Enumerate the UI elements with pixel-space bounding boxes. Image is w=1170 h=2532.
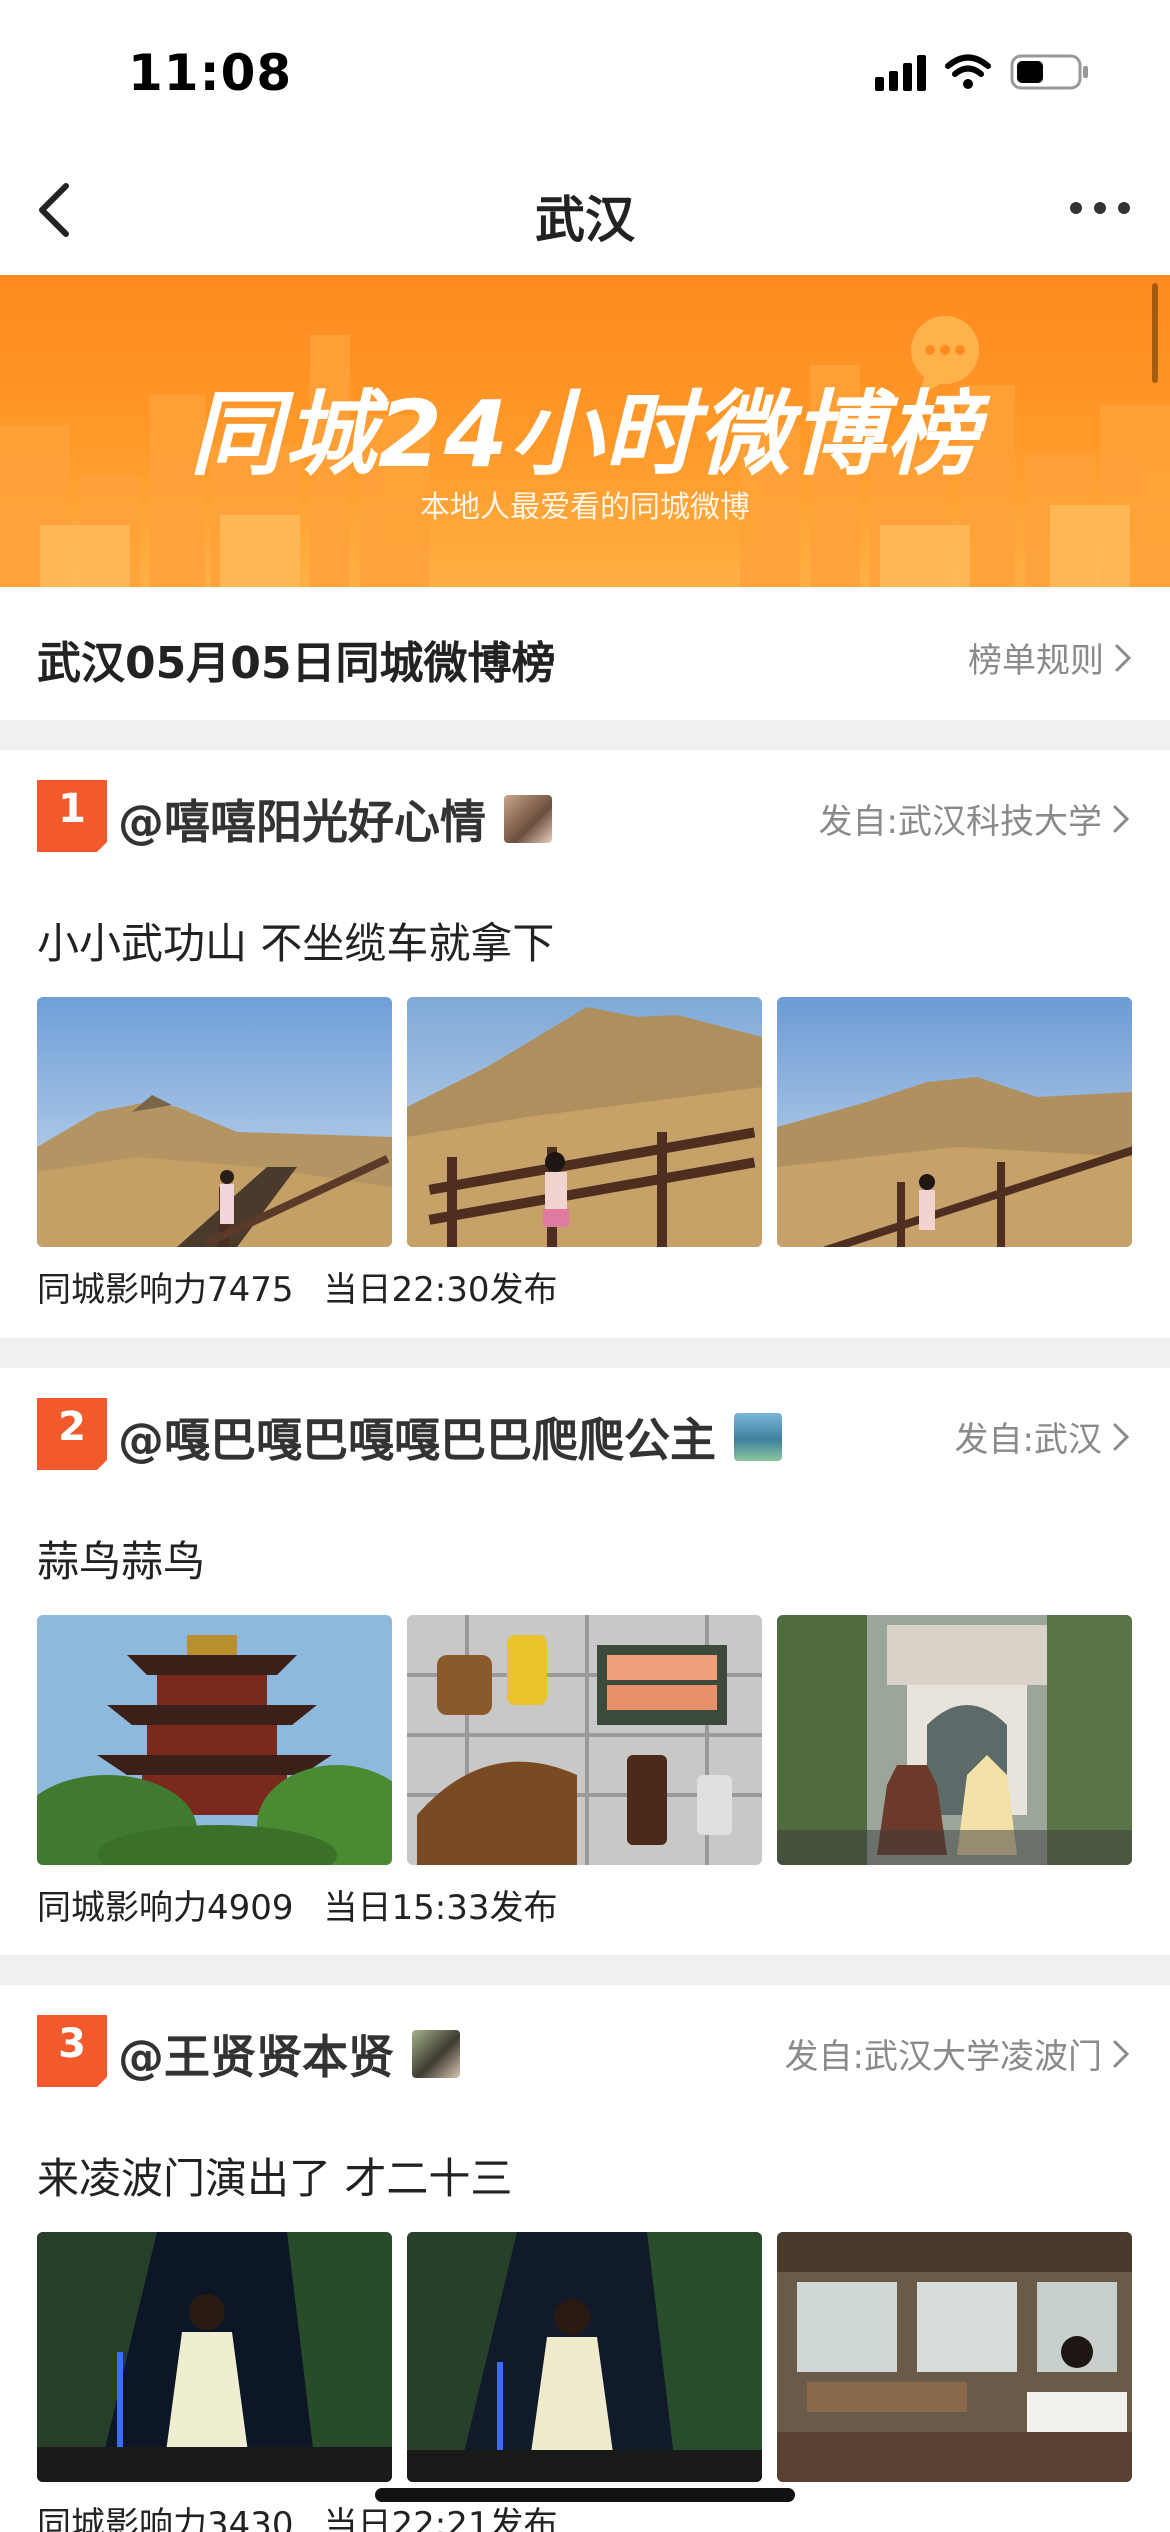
rank-number: 1 bbox=[58, 786, 86, 832]
post-images bbox=[37, 1615, 1132, 1865]
post-image[interactable] bbox=[37, 2232, 392, 2482]
scrollbar bbox=[1152, 283, 1158, 383]
chevron-right-icon bbox=[1113, 2040, 1130, 2067]
status-bar: 11:08 bbox=[0, 0, 1170, 150]
post-images bbox=[37, 997, 1132, 1247]
post-card[interactable]: 3 @王贤贤本贤 发自:武汉大学凌波门 来凌波门演出了 才二十三 同城影响力34… bbox=[0, 1985, 1170, 2532]
home-indicator[interactable] bbox=[375, 2488, 795, 2502]
list-title: 武汉05月05日同城微博榜 bbox=[37, 638, 556, 689]
post-image[interactable] bbox=[407, 997, 762, 1247]
banner-title: 同城24小时微博榜 bbox=[189, 381, 981, 488]
influence-score: 同城影响力3430 bbox=[37, 2505, 294, 2532]
post-image[interactable] bbox=[777, 1615, 1132, 1865]
publish-time: 当日22:21发布 bbox=[323, 2505, 558, 2532]
post-source: 发自:武汉大学凌波门 bbox=[784, 2037, 1102, 2077]
nav-bar: 武汉 bbox=[0, 150, 1170, 275]
more-icon[interactable] bbox=[1070, 202, 1130, 214]
post-text: 来凌波门演出了 才二十三 bbox=[37, 2154, 513, 2203]
rules-link[interactable]: 榜单规则 bbox=[968, 633, 1132, 682]
post-image[interactable] bbox=[407, 2232, 762, 2482]
post-image[interactable] bbox=[37, 997, 392, 1247]
author-name: @嘻嘻阳光好心情 bbox=[118, 795, 486, 849]
post-image[interactable] bbox=[777, 2232, 1132, 2482]
post-meta: 同城影响力3430 当日22:21发布 bbox=[37, 2497, 558, 2532]
rank-badge: 2 bbox=[37, 1398, 107, 1470]
author-name-link[interactable]: @嘎巴嘎巴嘎嘎巴巴爬爬公主 bbox=[118, 1404, 782, 1470]
ranking-banner: 同城24小时微博榜 本地人最爱看的同城微博 bbox=[0, 275, 1170, 587]
list-header: 武汉05月05日同城微博榜 榜单规则 bbox=[0, 587, 1170, 720]
section-divider bbox=[0, 720, 1170, 750]
post-meta: 同城影响力4909 当日15:33发布 bbox=[37, 1880, 558, 1929]
page-title: 武汉 bbox=[535, 191, 635, 249]
wifi-icon bbox=[945, 54, 991, 89]
post-text: 小小武功山 不坐缆车就拿下 bbox=[37, 919, 555, 968]
post-source: 发自:武汉科技大学 bbox=[818, 802, 1102, 842]
post-image[interactable] bbox=[407, 1615, 762, 1865]
author-name-link[interactable]: @王贤贤本贤 bbox=[118, 2021, 460, 2087]
chevron-right-icon bbox=[1113, 805, 1130, 832]
section-divider bbox=[0, 1338, 1170, 1368]
section-divider bbox=[0, 1955, 1170, 1985]
author-name-link[interactable]: @嘻嘻阳光好心情 bbox=[118, 786, 552, 852]
author-name: @嘎巴嘎巴嘎嘎巴巴爬爬公主 bbox=[118, 1413, 716, 1467]
author-name: @王贤贤本贤 bbox=[118, 2030, 394, 2084]
banner-subtitle: 本地人最爱看的同城微博 bbox=[420, 490, 750, 525]
chevron-right-icon bbox=[1115, 644, 1132, 671]
battery-icon bbox=[1010, 54, 1088, 90]
author-avatar bbox=[412, 2030, 460, 2078]
post-images bbox=[37, 2232, 1132, 2482]
screen: 11:08 武汉 同城24小时微博榜 本地人最爱看的同城微博 武汉05月05日同… bbox=[0, 0, 1170, 2532]
rank-badge: 3 bbox=[37, 2015, 107, 2087]
influence-score: 同城影响力7475 bbox=[37, 1270, 294, 1310]
publish-time: 当日22:30发布 bbox=[323, 1270, 558, 1310]
post-image[interactable] bbox=[777, 997, 1132, 1247]
post-card[interactable]: 2 @嘎巴嘎巴嘎嘎巴巴爬爬公主 发自:武汉 蒜鸟蒜鸟 同城影响力4909 当日1… bbox=[0, 1368, 1170, 1956]
author-avatar bbox=[734, 1413, 782, 1461]
rank-number: 3 bbox=[58, 2021, 86, 2067]
status-time: 11:08 bbox=[128, 44, 293, 102]
post-source-link[interactable]: 发自:武汉科技大学 bbox=[819, 794, 1130, 843]
post-card[interactable]: 1 @嘻嘻阳光好心情 发自:武汉科技大学 小小武功山 不坐缆车就拿下 同城影响力… bbox=[0, 750, 1170, 1338]
post-text: 蒜鸟蒜鸟 bbox=[37, 1537, 206, 1586]
post-source-link[interactable]: 发自:武汉大学凌波门 bbox=[785, 2029, 1130, 2078]
cellular-signal-icon bbox=[875, 53, 926, 91]
post-image[interactable] bbox=[37, 1615, 392, 1865]
rank-badge: 1 bbox=[37, 780, 107, 852]
rules-label: 榜单规则 bbox=[968, 641, 1104, 681]
chevron-right-icon bbox=[1113, 1423, 1130, 1450]
post-source: 发自:武汉 bbox=[954, 1420, 1102, 1460]
author-avatar bbox=[504, 795, 552, 843]
status-icons bbox=[875, 52, 1090, 92]
publish-time: 当日15:33发布 bbox=[323, 1888, 558, 1928]
post-meta: 同城影响力7475 当日22:30发布 bbox=[37, 1262, 558, 1311]
post-source-link[interactable]: 发自:武汉 bbox=[955, 1412, 1130, 1461]
rank-number: 2 bbox=[58, 1404, 86, 1450]
influence-score: 同城影响力4909 bbox=[37, 1888, 294, 1928]
